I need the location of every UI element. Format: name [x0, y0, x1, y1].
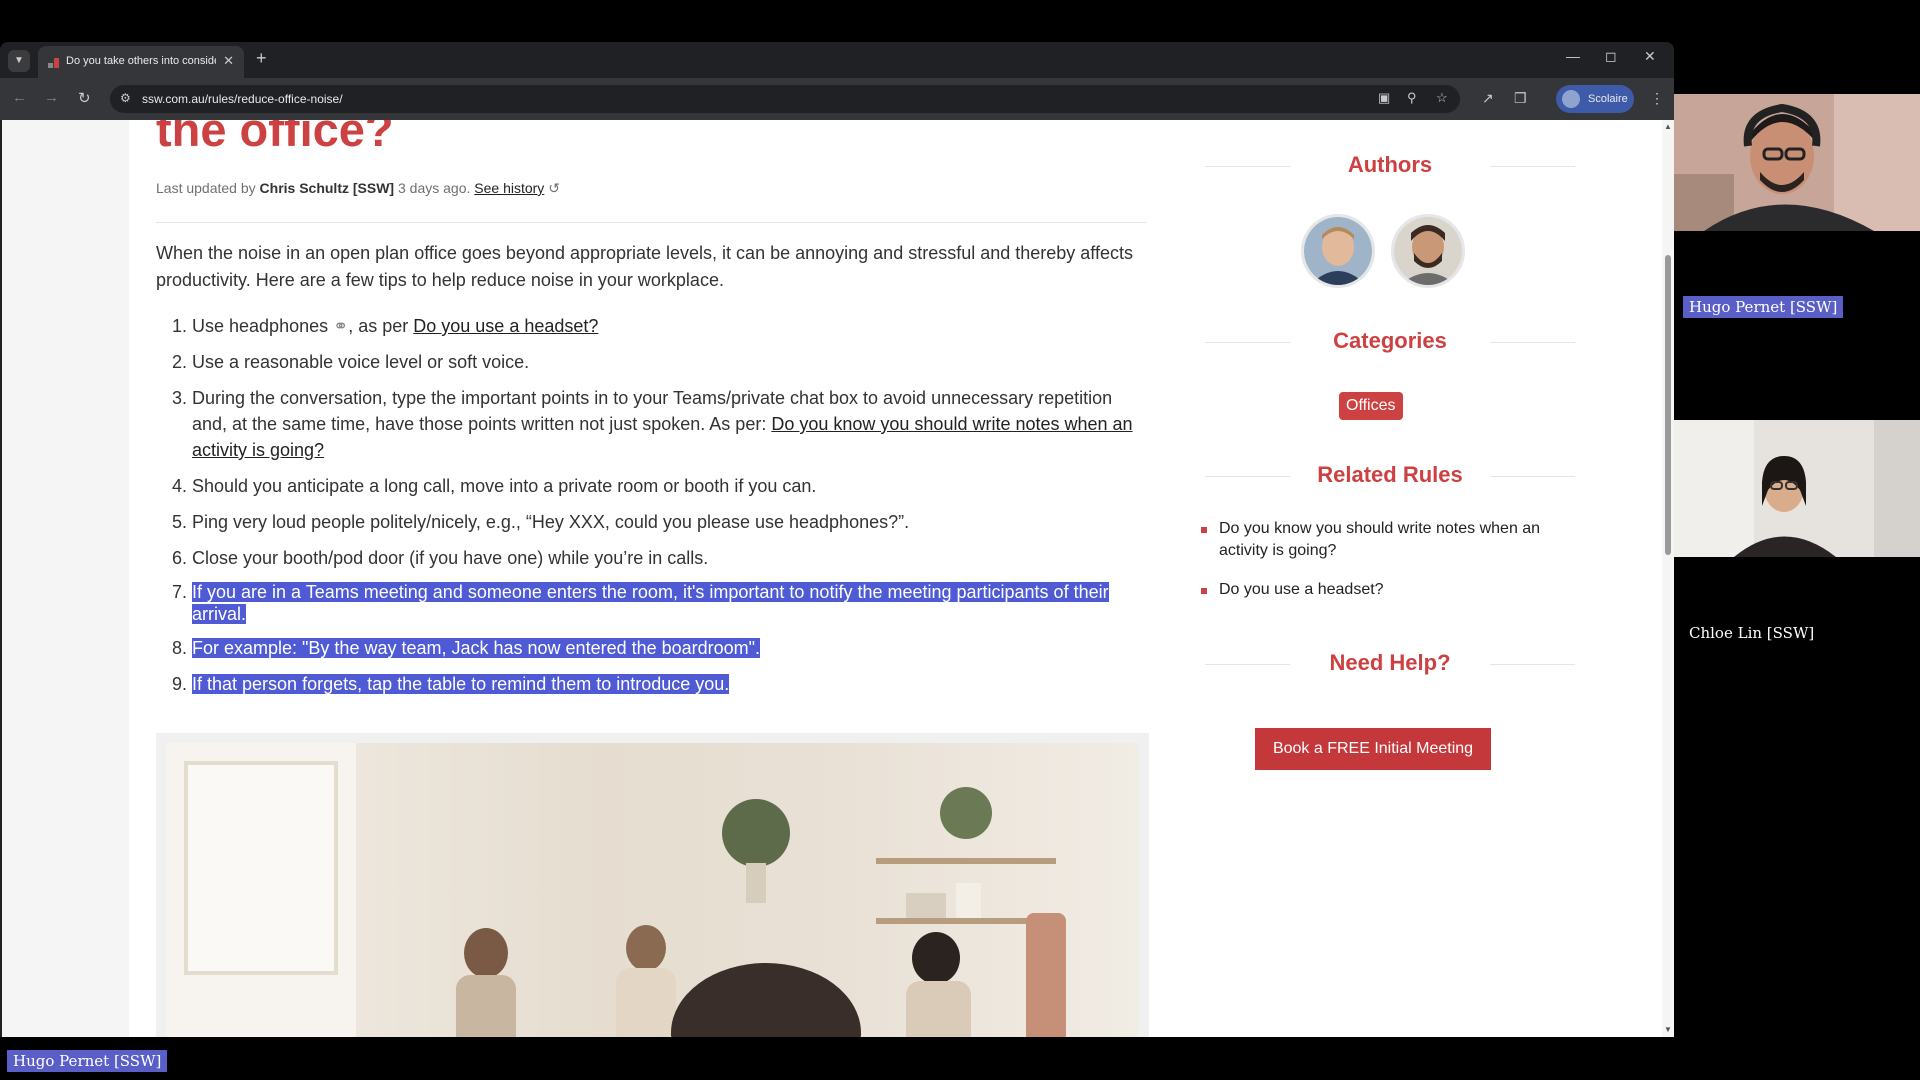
office-photo	[166, 743, 1138, 1037]
author-avatar[interactable]	[1301, 214, 1375, 288]
office-photo-frame	[156, 733, 1149, 1037]
list-item: 5. Ping very loud people politely/nicely…	[172, 512, 910, 532]
list-item-selected: 7. If you are in a Teams meeting and som…	[172, 582, 1109, 624]
participant-name-label: Chloe Lin [SSW]	[1689, 624, 1815, 642]
zoom-icon[interactable]: ⚲	[1407, 90, 1417, 106]
meta-author[interactable]: Chris Schultz [SSW]	[260, 180, 395, 196]
page-scrollbar[interactable]: ▲ ▼	[1662, 120, 1674, 1037]
reload-icon[interactable]: ↻	[78, 89, 91, 107]
video-tile-hugo	[1674, 94, 1920, 231]
profile-label: Scolaire	[1588, 93, 1628, 105]
tips-list: 1. Use headphones ⚭, as per Do you use a…	[156, 313, 1151, 707]
page-viewport: the office? Last updated by Chris Schult…	[2, 120, 1662, 1037]
scrollbar-thumb[interactable]	[1665, 255, 1671, 555]
right-sidebar: Authors Categories Offices Related Rules…	[1175, 120, 1662, 1037]
profile-avatar-icon	[1562, 90, 1580, 108]
browser-window: ▼ Do you take others into consideration …	[0, 42, 1674, 1037]
tab-title: Do you take others into consideration	[66, 55, 216, 67]
video-tile-chloe	[1674, 420, 1920, 557]
list-item: 4. Should you anticipate a long call, mo…	[172, 476, 817, 496]
need-help-heading: Need Help?	[1205, 650, 1575, 676]
authors-heading: Authors	[1205, 152, 1575, 178]
tab-active[interactable]: Do you take others into consideration ✕	[38, 46, 244, 78]
list-item: 2. Use a reasonable voice level or soft …	[172, 352, 530, 372]
ssw-favicon-icon	[48, 58, 60, 68]
address-bar: ← → ↻ ⚙ ssw.com.au/rules/reduce-office-n…	[0, 78, 1674, 120]
book-meeting-button[interactable]: Book a FREE Initial Meeting	[1255, 728, 1491, 770]
tab-strip: ▼ Do you take others into consideration …	[0, 42, 1674, 78]
history-icon[interactable]: ↺	[548, 180, 560, 196]
meta-when: 3 days ago.	[397, 180, 471, 196]
scroll-up-icon[interactable]: ▲	[1664, 122, 1672, 131]
page-title: the office?	[156, 120, 394, 156]
list-item: 3. During the conversation, type the imp…	[172, 388, 1133, 460]
pen-icon[interactable]: ↗	[1482, 90, 1494, 107]
participant-name-tag: Hugo Pernet [SSW]	[1683, 296, 1844, 318]
related-rules-heading: Related Rules	[1205, 462, 1575, 488]
maximize-icon[interactable]: ◻	[1605, 48, 1617, 65]
bookmark-star-icon[interactable]: ☆	[1436, 90, 1448, 106]
tab-search-button[interactable]: ▼	[8, 50, 30, 72]
profile-button[interactable]: Scolaire	[1556, 85, 1634, 113]
window-close-icon[interactable]: ✕	[1644, 48, 1656, 65]
presenter-name-tag: Hugo Pernet [SSW]	[7, 1050, 168, 1072]
last-updated: Last updated by Chris Schultz [SSW] 3 da…	[156, 180, 560, 197]
list-item: 1. Use headphones ⚭, as per Do you use a…	[172, 316, 599, 336]
meta-prefix: Last updated by	[156, 180, 256, 196]
list-item: 6. Close your booth/pod door (if you hav…	[172, 548, 709, 568]
category-tag-offices[interactable]: Offices	[1339, 392, 1403, 420]
minimize-icon[interactable]: —	[1566, 48, 1580, 64]
headset-rule-link[interactable]: Do you use a headset?	[413, 316, 598, 336]
see-history-link[interactable]: See history	[474, 180, 544, 196]
install-app-icon[interactable]: ▣	[1378, 90, 1390, 106]
omnibox[interactable]: ⚙ ssw.com.au/rules/reduce-office-noise/ …	[110, 85, 1460, 113]
menu-kebab-icon[interactable]: ⋮	[1650, 90, 1664, 107]
article-column: the office? Last updated by Chris Schult…	[129, 120, 1175, 1037]
close-tab-icon[interactable]: ✕	[223, 53, 234, 69]
categories-heading: Categories	[1205, 328, 1575, 354]
site-info-icon[interactable]: ⚙	[120, 91, 131, 105]
related-rule-link[interactable]: Do you use a headset?	[1201, 579, 1561, 601]
divider	[156, 222, 1146, 223]
new-tab-icon[interactable]: +	[256, 48, 267, 69]
author-avatar[interactable]	[1391, 214, 1465, 288]
scroll-down-icon[interactable]: ▼	[1664, 1025, 1672, 1034]
back-icon[interactable]: ←	[12, 89, 27, 106]
extensions-icon[interactable]: ❒	[1514, 90, 1527, 107]
url-text[interactable]: ssw.com.au/rules/reduce-office-noise/	[142, 92, 343, 106]
list-item-selected: 8. For example: "By the way team, Jack h…	[172, 638, 761, 658]
forward-icon[interactable]: →	[44, 89, 59, 106]
headphones-icon: ⚭	[333, 316, 349, 336]
list-item-selected: 9. If that person forgets, tap the table…	[172, 674, 730, 694]
intro-paragraph: When the noise in an open plan office go…	[156, 243, 1133, 290]
related-rule-link[interactable]: Do you know you should write notes when …	[1201, 518, 1561, 562]
